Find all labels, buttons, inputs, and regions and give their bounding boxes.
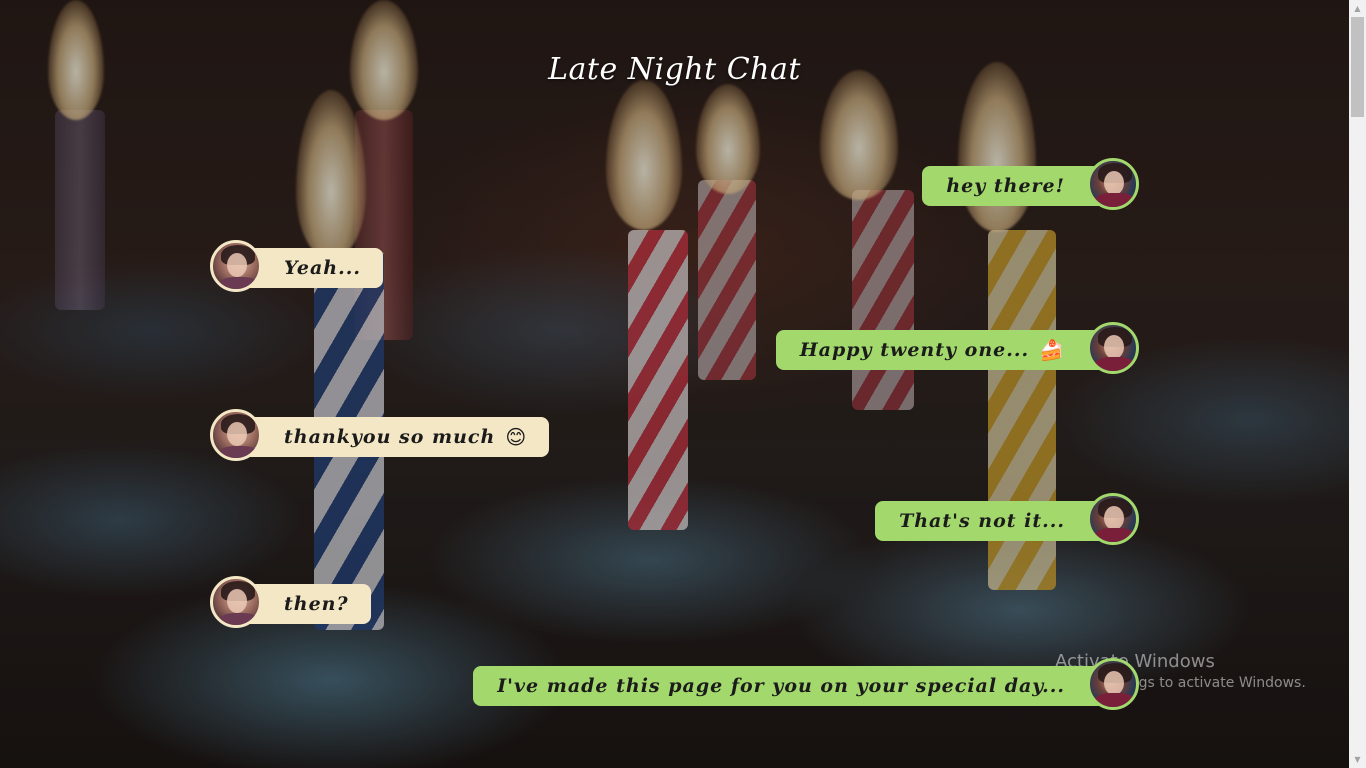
avatar-face bbox=[1104, 671, 1124, 695]
receiver-avatar bbox=[210, 240, 262, 292]
message-text: Yeah... bbox=[284, 257, 361, 279]
avatar-shirt bbox=[1094, 357, 1136, 371]
avatar-shirt bbox=[1094, 193, 1136, 207]
message-bubble: thankyou so much 😊 bbox=[240, 417, 550, 457]
sender-avatar bbox=[1087, 322, 1139, 374]
smile-emoji: 😊 bbox=[505, 425, 528, 449]
avatar-face bbox=[1104, 335, 1124, 359]
triangle-down-icon[interactable]: ▼ bbox=[1349, 751, 1366, 768]
avatar-shirt bbox=[219, 277, 259, 289]
scrollbar-thumb[interactable] bbox=[1351, 17, 1364, 117]
avatar-face bbox=[227, 253, 247, 277]
avatar-shirt bbox=[1094, 693, 1136, 707]
message-bubble: hey there! bbox=[922, 166, 1109, 206]
avatar-face bbox=[1104, 171, 1124, 195]
chat-message-sent: I've made this page for you on your spec… bbox=[473, 658, 1139, 714]
avatar-shirt bbox=[1094, 528, 1136, 542]
chat-message-received: then? bbox=[210, 576, 371, 632]
sender-avatar bbox=[1087, 158, 1139, 210]
cake-emoji: 🍰 bbox=[1039, 338, 1065, 362]
message-bubble: Happy twenty one... 🍰 bbox=[775, 330, 1109, 370]
message-text: Happy twenty one... bbox=[799, 339, 1030, 361]
page-title: Late Night Chat bbox=[548, 52, 801, 87]
avatar-shirt bbox=[219, 446, 259, 458]
chat-message-received: Yeah... bbox=[210, 240, 390, 296]
message-bubble: That's not it... bbox=[875, 501, 1109, 541]
chat-message-sent: hey there! bbox=[919, 158, 1139, 214]
chat-message-sent: Happy twenty one... 🍰 bbox=[775, 322, 1139, 378]
sender-avatar bbox=[1087, 658, 1139, 710]
avatar-face bbox=[1104, 506, 1124, 530]
avatar-face bbox=[227, 422, 247, 446]
receiver-avatar bbox=[210, 409, 262, 461]
chat-message-sent: That's not it... bbox=[871, 493, 1139, 549]
message-text: hey there! bbox=[946, 175, 1065, 197]
message-text: I've made this page for you on your spec… bbox=[497, 675, 1065, 697]
triangle-up-icon[interactable]: ▲ bbox=[1349, 0, 1366, 17]
avatar-shirt bbox=[219, 613, 259, 625]
sender-avatar bbox=[1087, 493, 1139, 545]
chat-message-received: thankyou so much 😊 bbox=[210, 409, 550, 465]
vertical-scrollbar[interactable]: ▲ ▼ bbox=[1349, 0, 1366, 768]
avatar-face bbox=[227, 589, 247, 613]
receiver-avatar bbox=[210, 576, 262, 628]
message-bubble: I've made this page for you on your spec… bbox=[473, 666, 1109, 706]
message-text: That's not it... bbox=[899, 510, 1065, 532]
message-text: then? bbox=[284, 593, 349, 615]
message-text: thankyou so much bbox=[284, 426, 496, 448]
